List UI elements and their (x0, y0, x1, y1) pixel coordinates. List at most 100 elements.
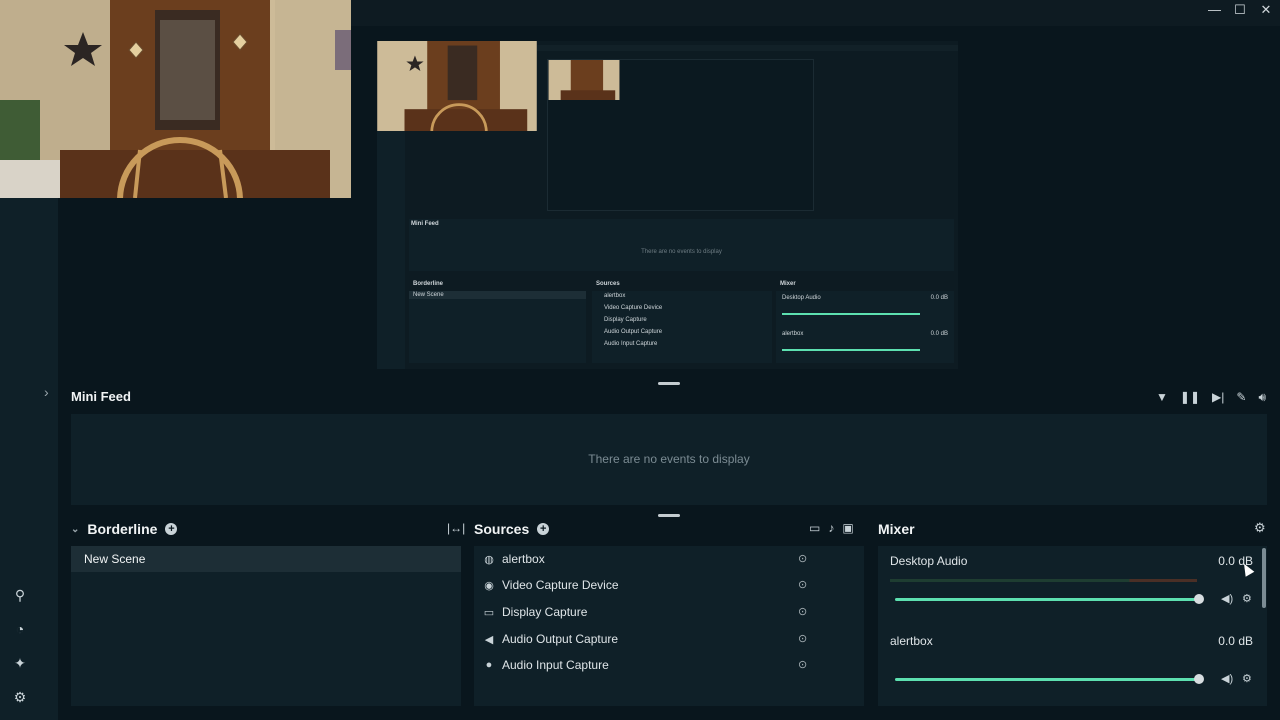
lock-icon[interactable]: ⊙ (798, 605, 807, 618)
preview-source-row: Audio Input Capture (604, 341, 658, 347)
minifeed-header: Mini Feed ▼ ❚❚ ▶| ✎ 🔊︎ (62, 386, 1280, 410)
stream-preview[interactable]: Mini Feed There are no events to display… (377, 41, 958, 369)
lock-icon[interactable]: ⊙ (798, 632, 807, 645)
minifeed-toolbar: ▼ ❚❚ ▶| ✎ 🔊︎ (1156, 390, 1266, 405)
source-audio-icon[interactable]: ♪ (828, 521, 834, 535)
preview-scenes-title: Borderline (413, 281, 444, 287)
layout-icon[interactable]: ◔ (11, 620, 29, 638)
preview-source-row: Display Capture (604, 317, 647, 323)
chevron-down-icon[interactable]: ⌄ (71, 524, 79, 535)
window-controls: — ☐ ✕ (1208, 2, 1272, 18)
sources-toolbar: ▭ ♪ ▣ (809, 521, 854, 535)
volume-icon[interactable]: 🔊︎ (1258, 390, 1266, 405)
volume-slider[interactable] (895, 678, 1199, 681)
scenes-panel: New Scene (71, 546, 461, 706)
scene-item-label: New Scene (84, 552, 146, 566)
lock-icon[interactable]: ⊙ (798, 658, 807, 671)
effects-icon[interactable]: ✦ (11, 654, 29, 672)
speaker-icon[interactable]: ◀) (1221, 592, 1233, 605)
preview-mixer: Mixer Desktop Audio 0.0 dB alertbox 0.0 … (776, 281, 954, 363)
source-label: alertbox (502, 552, 545, 566)
minifeed-title: Mini Feed (71, 389, 131, 404)
settings-icon[interactable]: ⚙ (11, 688, 29, 706)
pause-icon[interactable]: ❚❚ (1180, 390, 1200, 405)
gear-icon[interactable]: ⚙ (1242, 672, 1252, 685)
preview-minifeed: Mini Feed There are no events to display (409, 219, 954, 271)
sources-header: Sources + (474, 519, 550, 539)
preview-source-row: alertbox (604, 293, 626, 299)
mixer-channel-name: Desktop Audio (890, 554, 968, 568)
preview-mixer-slider1 (782, 313, 920, 315)
mixer-scrollbar[interactable] (1262, 548, 1266, 608)
preview-minifeed-empty: There are no events to display (641, 249, 722, 255)
preview-minifeed-title: Mini Feed (411, 221, 439, 227)
microphone-icon: ● (485, 659, 493, 671)
preview-webcam (377, 41, 537, 131)
preview-window-bar (537, 45, 958, 51)
webcam-feed[interactable] (0, 0, 351, 198)
source-row[interactable]: ▭ Display Capture ⊙ (482, 602, 862, 622)
mixer-title: Mixer (878, 521, 915, 537)
mixer-settings-icon[interactable]: ⚙ (1254, 520, 1266, 536)
add-scene-button[interactable]: + (165, 523, 178, 535)
sources-panel: ◍ alertbox ⊙ ◉ Video Capture Device ⊙ ▭ … (474, 546, 864, 706)
preview-source-row: Audio Output Capture (604, 329, 663, 335)
preview-nested-webcam (548, 60, 620, 100)
minifeed-panel: There are no events to display (71, 414, 1267, 505)
mixer-header: Mixer (878, 519, 915, 539)
speaker-icon: ◀ (484, 633, 494, 646)
globe-icon: ◍ (484, 553, 494, 566)
volume-slider[interactable] (895, 598, 1199, 601)
scene-collection-title[interactable]: Borderline (87, 521, 157, 537)
monitor-icon: ▭ (483, 606, 495, 619)
mute-alerts-icon[interactable]: ✎ (1236, 390, 1246, 405)
close-button[interactable]: ✕ (1260, 2, 1272, 18)
volume-meter (890, 579, 1197, 582)
mixer-channel-db: 0.0 dB (1218, 634, 1253, 648)
chevron-right-icon[interactable]: › (44, 384, 49, 400)
preview-sources: Sources alertbox Video Capture Device Di… (592, 281, 772, 363)
preview-source-row: Video Capture Device (604, 305, 663, 311)
add-folder-icon[interactable]: ▣ (842, 521, 853, 535)
scenes-header: ⌄ Borderline + (71, 519, 178, 539)
source-label: Audio Output Capture (502, 632, 619, 646)
sources-title: Sources (474, 521, 530, 537)
gear-icon[interactable]: ⚙ (1242, 592, 1252, 605)
studio-mode-icon[interactable]: ⚲ (11, 586, 29, 604)
source-label: Video Capture Device (502, 578, 619, 592)
lock-icon[interactable]: ⊙ (798, 578, 807, 591)
preview-mixer-ch2: alertbox (782, 331, 804, 337)
volume-slider-knob[interactable] (1194, 674, 1204, 684)
lock-icon[interactable]: ⊙ (798, 552, 807, 565)
source-label: Audio Input Capture (502, 658, 609, 672)
source-display-icon[interactable]: ▭ (809, 521, 820, 535)
skip-icon[interactable]: ▶| (1212, 390, 1224, 405)
source-row[interactable]: ◀ Audio Output Capture ⊙ (482, 629, 862, 649)
source-row[interactable]: ◍ alertbox ⊙ (482, 549, 862, 569)
minimize-button[interactable]: — (1208, 2, 1221, 18)
preview-mixer-db1: 0.0 dB (930, 295, 948, 301)
mixer-panel: Desktop Audio 0.0 dB ◀) ⚙ alertbox 0.0 d… (878, 546, 1267, 706)
source-row[interactable]: ◉ Video Capture Device ⊙ (482, 575, 862, 595)
preview-nested (547, 59, 814, 211)
filter-icon[interactable]: ▼ (1156, 390, 1168, 405)
resize-handle[interactable] (658, 382, 680, 385)
webcam-icon: ◉ (484, 579, 494, 592)
add-source-button[interactable]: + (537, 523, 550, 535)
preview-mixer-db2: 0.0 dB (930, 331, 948, 337)
preview-scenes: Borderline New Scene (409, 281, 586, 363)
resize-handle[interactable] (658, 514, 680, 517)
maximize-button[interactable]: ☐ (1234, 2, 1246, 18)
volume-slider-knob[interactable] (1194, 594, 1204, 604)
preview-rail (377, 131, 405, 369)
transition-icon[interactable]: |↔| (447, 521, 465, 535)
preview-scene-label: New Scene (413, 292, 444, 298)
source-row[interactable]: ● Audio Input Capture ⊙ (482, 655, 862, 675)
minifeed-empty-message: There are no events to display (588, 452, 750, 466)
preview-mixer-ch1: Desktop Audio (782, 295, 821, 301)
mixer-channel-name: alertbox (890, 634, 933, 648)
preview-mixer-title: Mixer (780, 281, 796, 287)
scene-item[interactable]: New Scene (71, 546, 461, 572)
preview-sources-title: Sources (596, 281, 620, 287)
speaker-icon[interactable]: ◀) (1221, 672, 1233, 685)
